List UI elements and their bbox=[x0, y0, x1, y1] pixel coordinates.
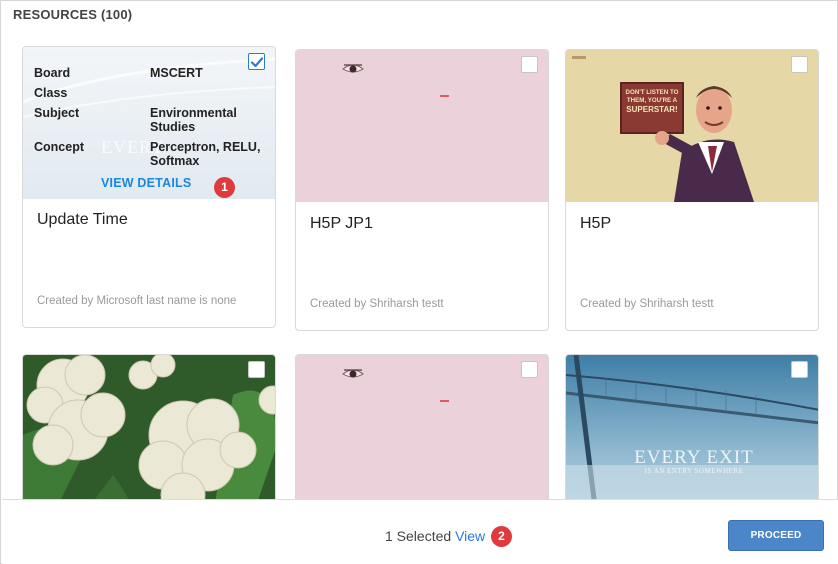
page-title: RESOURCES (100) bbox=[13, 7, 133, 22]
view-details-link[interactable]: VIEW DETAILS bbox=[101, 176, 191, 190]
detail-key: Class bbox=[34, 86, 68, 100]
detail-key: Subject bbox=[34, 106, 80, 120]
resources-panel: RESOURCES (100) EVERY Board MSCERT Class… bbox=[0, 0, 838, 564]
step-badge-1: 1 bbox=[214, 177, 235, 198]
select-checkbox-checked[interactable] bbox=[248, 53, 265, 70]
proceed-button[interactable]: PROCEED bbox=[728, 520, 824, 551]
card-thumbnail: EVERY EXIT IS AN ENTRY SOMEWHERE bbox=[566, 355, 818, 513]
card-author: Created by Microsoft last name is none bbox=[37, 295, 237, 307]
resource-card-h5p-jp1[interactable]: H5P JP1 Created by Shriharsh testt bbox=[295, 49, 549, 331]
card-title: H5P JP1 bbox=[310, 215, 373, 232]
sign-line: DON'T LISTEN TO bbox=[625, 89, 679, 96]
resource-card-update-time[interactable]: EVERY Board MSCERT Class Subject Environ… bbox=[22, 46, 276, 328]
card-thumbnail bbox=[296, 355, 548, 513]
detail-key: Board bbox=[34, 66, 71, 80]
superstar-man-illustration bbox=[566, 50, 818, 202]
view-selected-link[interactable]: View bbox=[455, 528, 485, 544]
card-thumbnail: EVERY Board MSCERT Class Subject Environ… bbox=[23, 47, 275, 199]
select-checkbox[interactable] bbox=[791, 56, 808, 73]
card-thumbnail: DON'T LISTEN TO THEM, YOU'RE A SUPERSTAR… bbox=[566, 50, 818, 202]
sign-line: SUPERSTAR! bbox=[626, 105, 678, 115]
card-thumbnail bbox=[296, 50, 548, 202]
checkmark-icon bbox=[250, 57, 264, 68]
selection-footer: 1 Selected View 2 PROCEED bbox=[2, 499, 838, 564]
selection-summary: 1 Selected View bbox=[385, 528, 485, 544]
detail-value: Perceptron, RELU, Softmax bbox=[150, 140, 261, 169]
select-checkbox[interactable] bbox=[521, 56, 538, 73]
red-mark bbox=[440, 400, 449, 402]
resource-card-cauliflower[interactable] bbox=[22, 354, 276, 514]
resource-card-pink[interactable] bbox=[295, 354, 549, 514]
select-checkbox[interactable] bbox=[791, 361, 808, 378]
selected-count: 1 Selected bbox=[385, 528, 452, 544]
step-badge-2: 2 bbox=[491, 526, 512, 547]
cauliflower-photo bbox=[23, 355, 275, 513]
bridge-caption: EVERY EXIT bbox=[634, 447, 754, 468]
speech-sign-text: DON'T LISTEN TO THEM, YOU'RE A SUPERSTAR… bbox=[623, 89, 681, 116]
select-checkbox[interactable] bbox=[248, 361, 265, 378]
card-thumbnail bbox=[23, 355, 275, 513]
red-mark bbox=[440, 95, 449, 97]
detail-value: Environmental Studies bbox=[150, 106, 237, 135]
card-author: Created by Shriharsh testt bbox=[580, 298, 714, 310]
select-checkbox[interactable] bbox=[521, 361, 538, 378]
sign-line: THEM, YOU'RE A bbox=[626, 97, 678, 105]
eye-icon bbox=[342, 64, 364, 73]
card-author: Created by Shriharsh testt bbox=[310, 298, 444, 310]
bridge-photo bbox=[566, 355, 818, 513]
resource-card-h5p[interactable]: DON'T LISTEN TO THEM, YOU'RE A SUPERSTAR… bbox=[565, 49, 819, 331]
detail-key: Concept bbox=[34, 140, 84, 154]
card-title: Update Time bbox=[37, 211, 128, 228]
eye-icon bbox=[342, 369, 364, 378]
card-title: H5P bbox=[580, 215, 612, 232]
resource-card-bridge[interactable]: EVERY EXIT IS AN ENTRY SOMEWHERE bbox=[565, 354, 819, 514]
bridge-subcaption: IS AN ENTRY SOMEWHERE bbox=[644, 467, 744, 475]
